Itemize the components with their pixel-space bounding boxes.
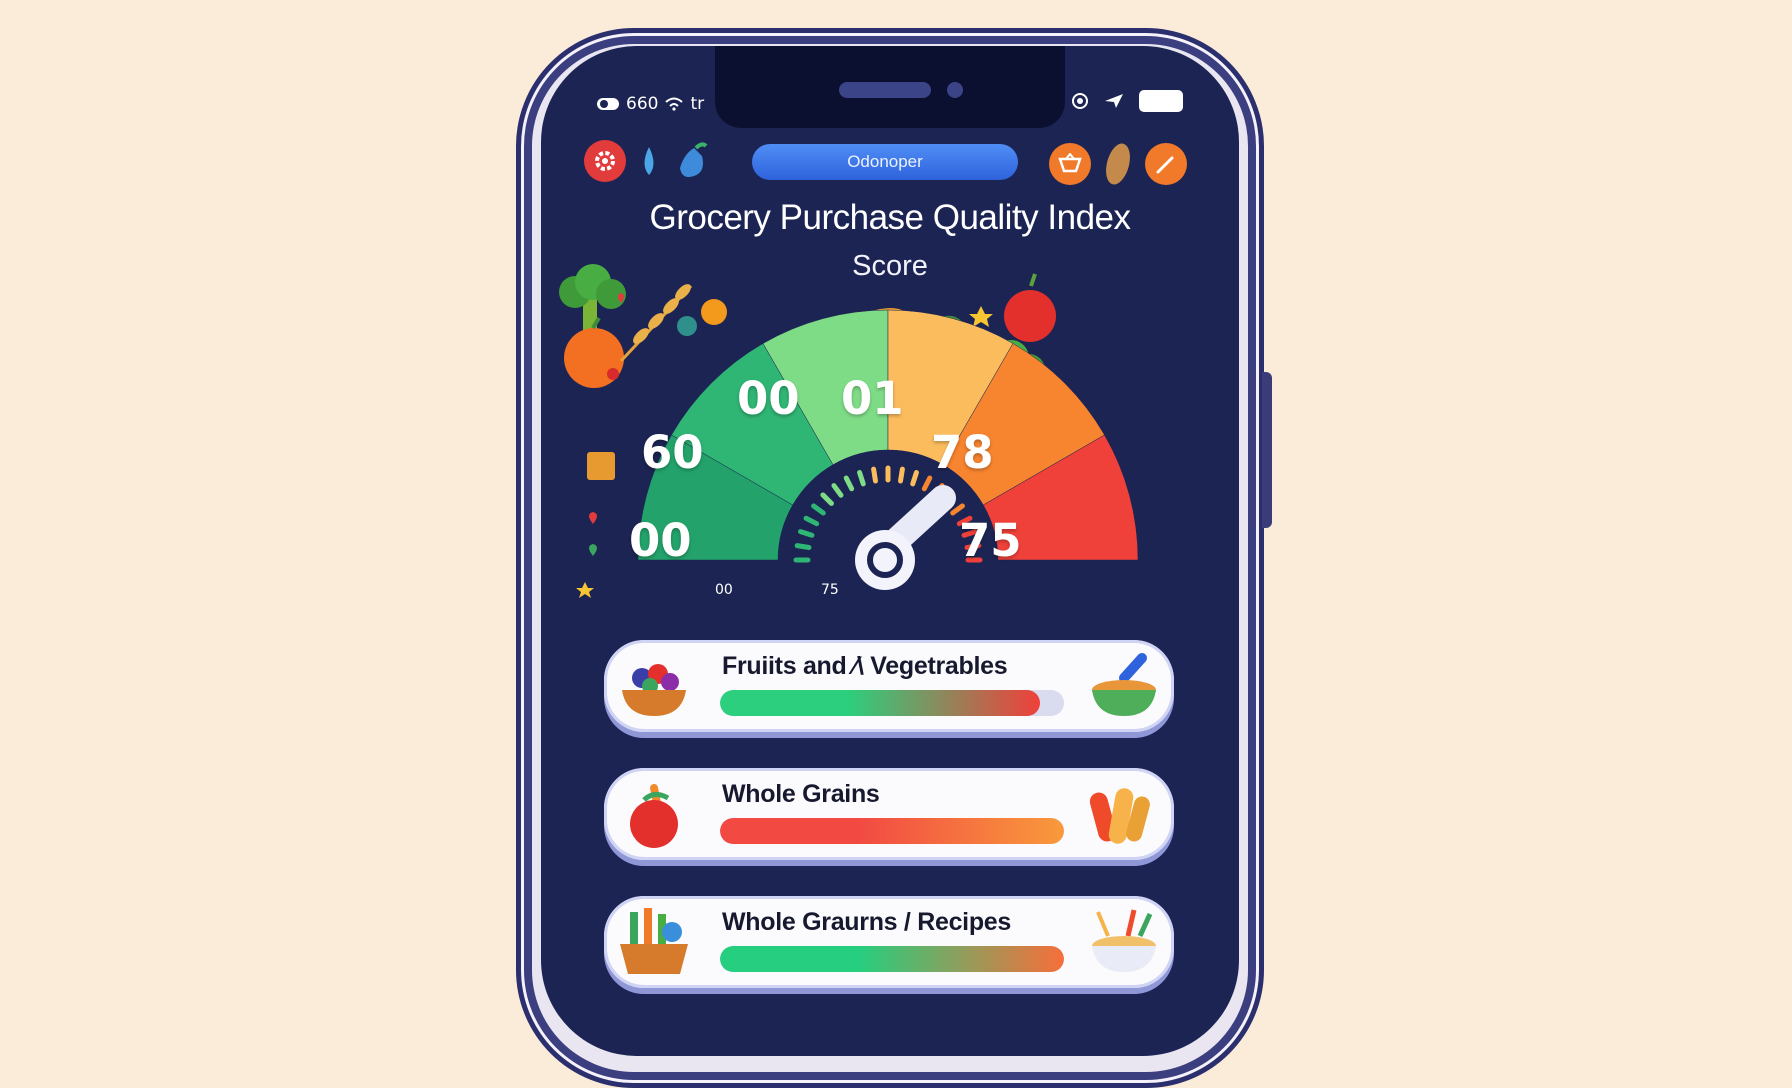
category-card[interactable]: Whole Graurns / Recipes	[604, 896, 1174, 988]
bread-icon	[1089, 788, 1150, 844]
category-progress-bar	[720, 690, 1064, 716]
gauge-segment-label: 75	[959, 514, 1022, 567]
category-card[interactable]: Whole Grains	[604, 768, 1174, 860]
category-title: Whole Grains	[722, 780, 880, 808]
noodle-bowl-icon	[1092, 909, 1156, 972]
dial-min-label: 00	[715, 582, 733, 598]
gauge-segment-label: 00	[737, 372, 800, 425]
lentil-bowl-icon	[1092, 653, 1156, 716]
gauge-segment-label: 78	[931, 426, 994, 479]
fruit-bowl-icon	[622, 664, 686, 716]
gauge-segment-label: 60	[641, 426, 704, 479]
category-card[interactable]: Fruiits and ⁄\ Vegetrables	[604, 640, 1174, 732]
dial-tick	[910, 470, 919, 487]
phone-side-button	[1262, 372, 1272, 528]
category-title: Fruiits and ⁄\ Vegetrables	[722, 652, 1008, 680]
gauge-segment-label: 00	[629, 514, 692, 567]
category-progress-bar	[720, 946, 1064, 972]
dial-tick	[871, 466, 878, 484]
vegetable-basket-icon	[620, 908, 688, 974]
dial-tick	[857, 470, 866, 487]
gauge-segment-label: 01	[841, 372, 904, 425]
tomato-icon	[630, 784, 678, 848]
dial-tick	[798, 529, 815, 538]
dial-tick	[898, 466, 905, 484]
phone-screen: 660 tr Odonoper Grocery Purchase Quality…	[541, 46, 1239, 1056]
progress-fill	[720, 946, 1064, 972]
dial-tick	[794, 543, 812, 550]
category-progress-bar	[720, 818, 1064, 844]
progress-fill	[720, 818, 1064, 844]
category-title: Whole Graurns / Recipes	[722, 908, 1012, 936]
dial-max-label: 75	[821, 582, 839, 598]
progress-fill	[720, 690, 1040, 716]
